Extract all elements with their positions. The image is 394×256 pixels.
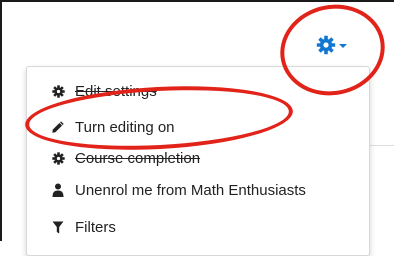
menu-item-edit-settings[interactable]: Edit settings bbox=[26, 77, 356, 105]
pencil-icon bbox=[51, 120, 65, 134]
menu-item-label: Edit settings bbox=[75, 82, 157, 100]
gear-icon bbox=[51, 151, 65, 165]
menu-item-course-completion[interactable]: Course completion bbox=[26, 144, 356, 172]
divider bbox=[367, 145, 394, 146]
gear-icon bbox=[51, 84, 65, 98]
menu-item-turn-editing-on[interactable]: Turn editing on bbox=[26, 113, 356, 141]
settings-menu-button[interactable] bbox=[316, 34, 360, 56]
menu-item-label: Course completion bbox=[75, 149, 201, 167]
filter-icon bbox=[51, 220, 65, 234]
caret-down-icon bbox=[339, 44, 347, 48]
menu-item-label: Unenrol me from Math Enthusiasts bbox=[75, 181, 306, 199]
menu-item-unenrol[interactable]: Unenrol me from Math Enthusiasts bbox=[26, 176, 356, 204]
user-icon bbox=[51, 183, 65, 197]
gear-icon bbox=[316, 35, 336, 55]
menu-item-filters[interactable]: Filters bbox=[26, 213, 356, 241]
menu-item-label: Turn editing on bbox=[75, 118, 175, 136]
menu-item-label: Filters bbox=[75, 218, 116, 236]
